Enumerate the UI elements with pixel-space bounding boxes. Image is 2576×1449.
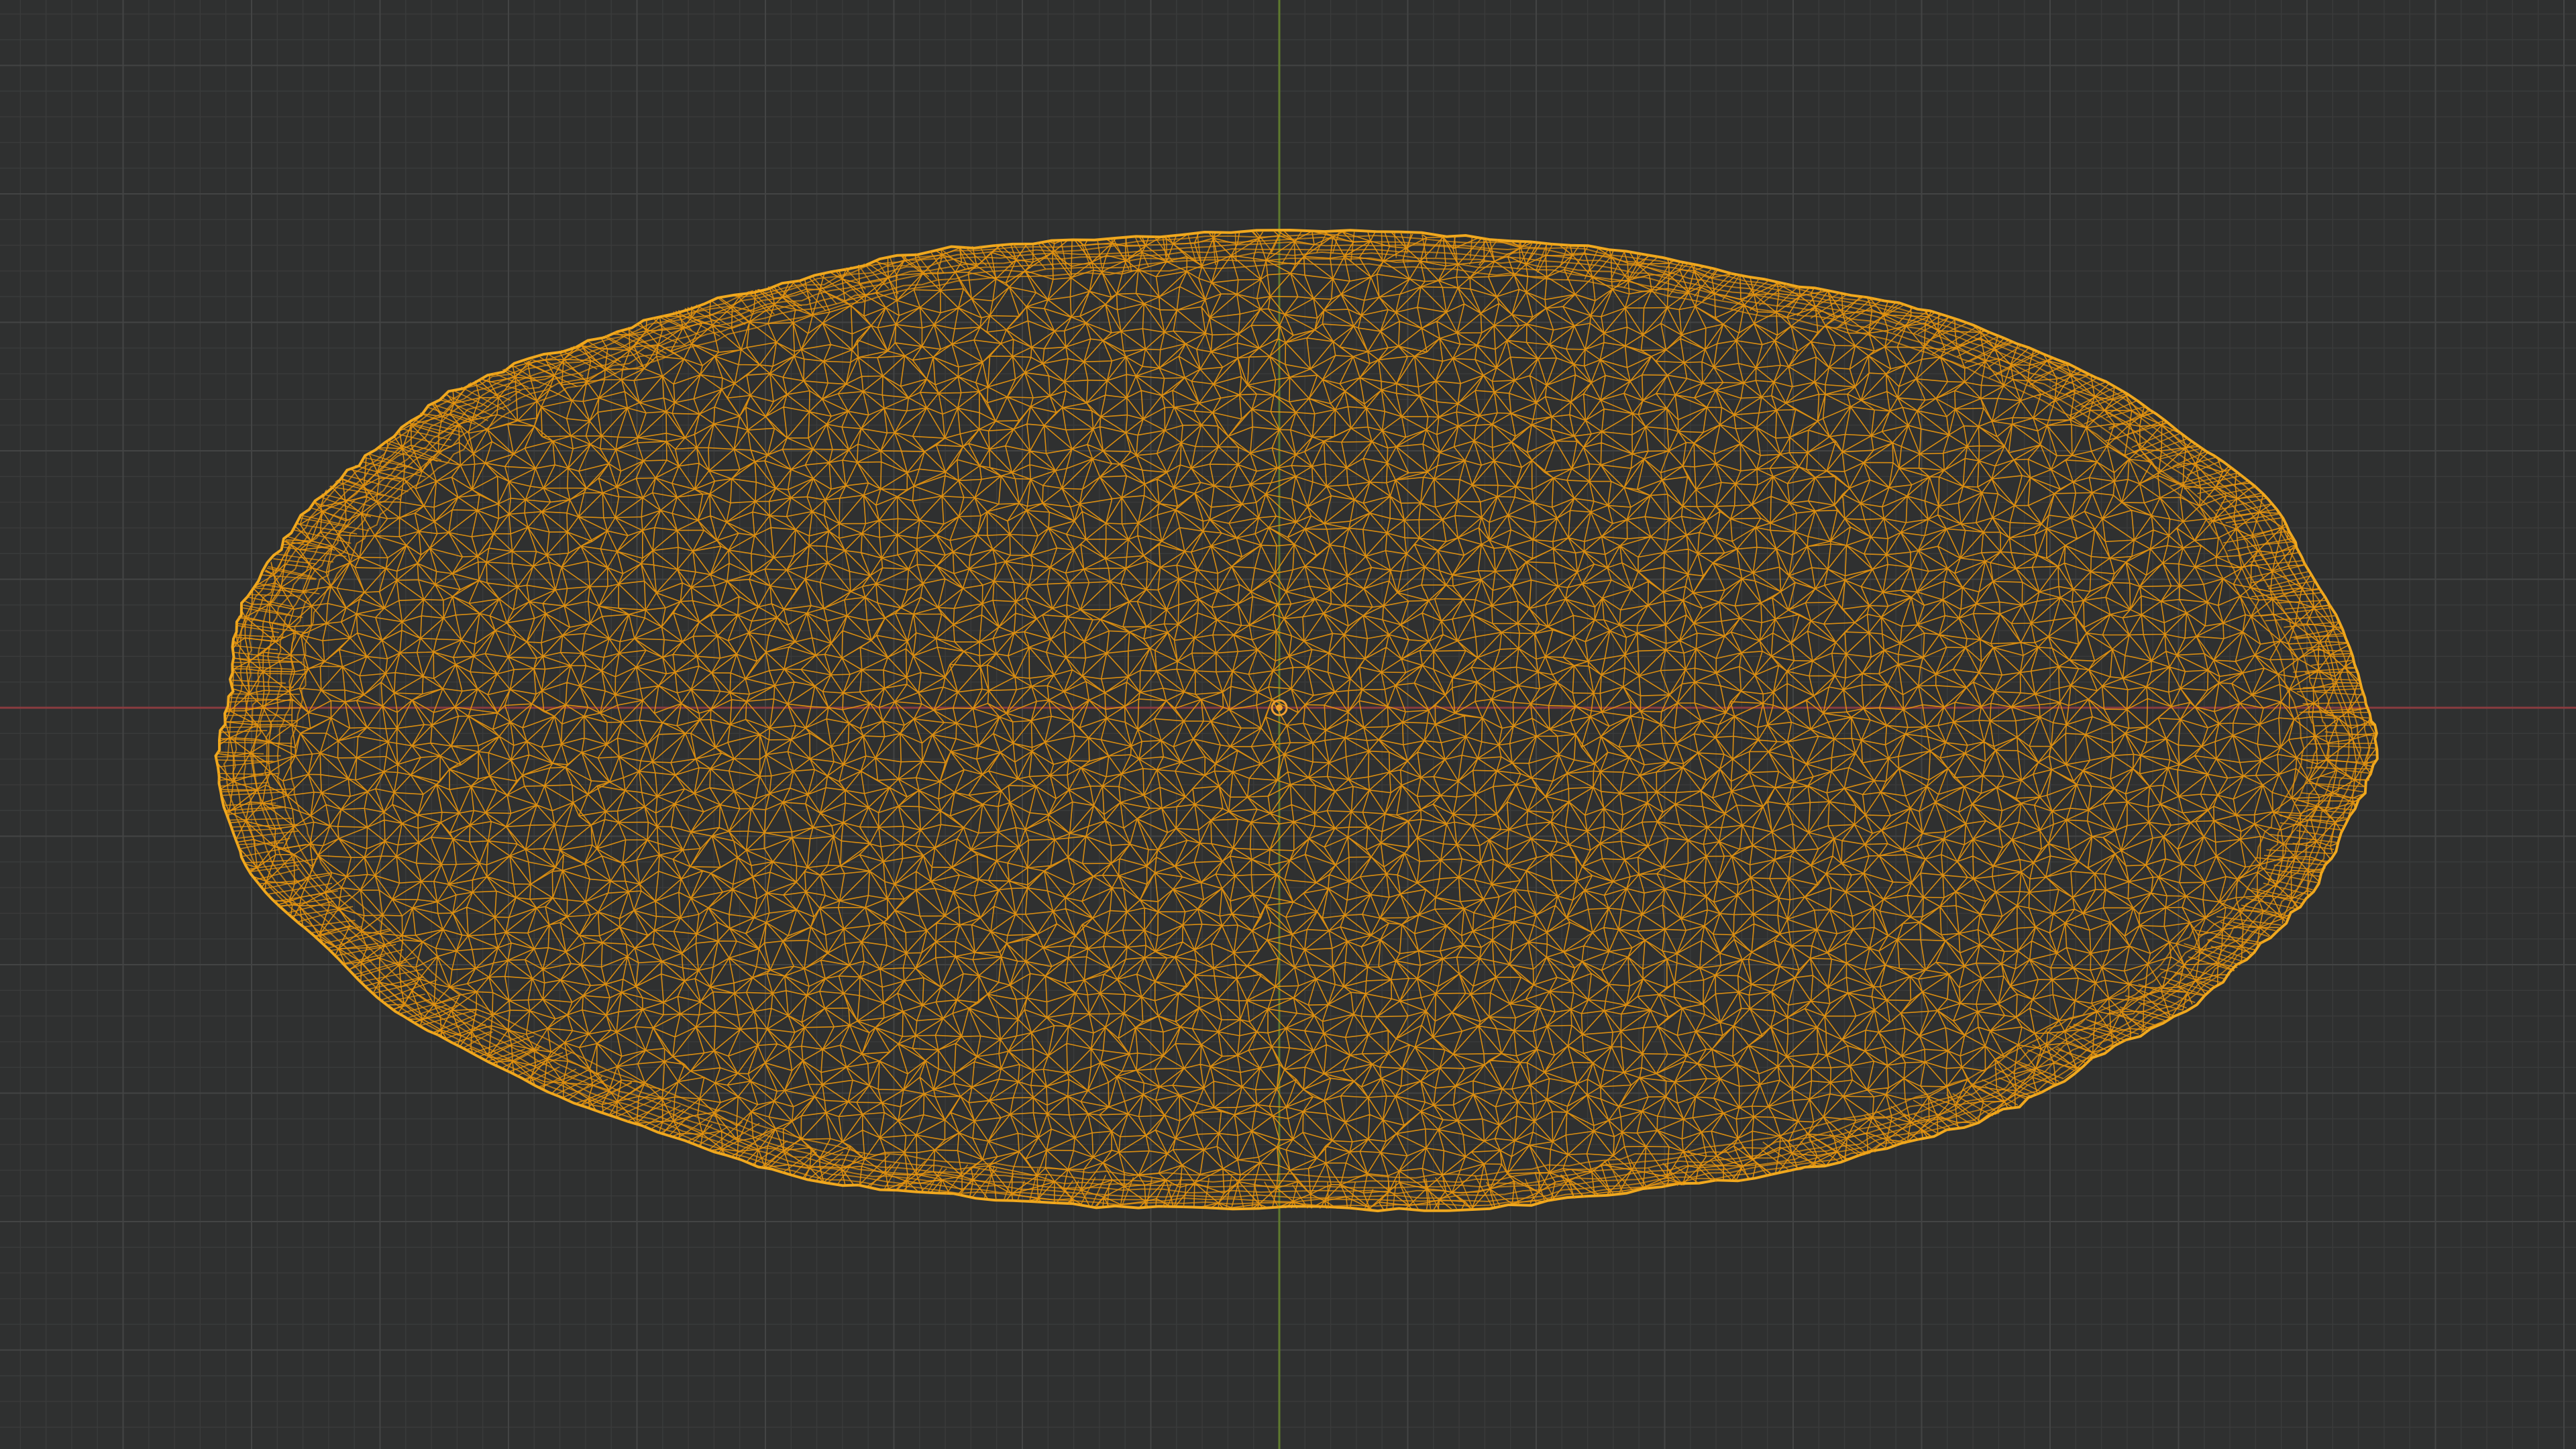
viewport-canvas[interactable] [0,0,2576,1449]
3d-viewport[interactable] [0,0,2576,1449]
mesh-wireframe-icon[interactable] [188,218,2395,1229]
